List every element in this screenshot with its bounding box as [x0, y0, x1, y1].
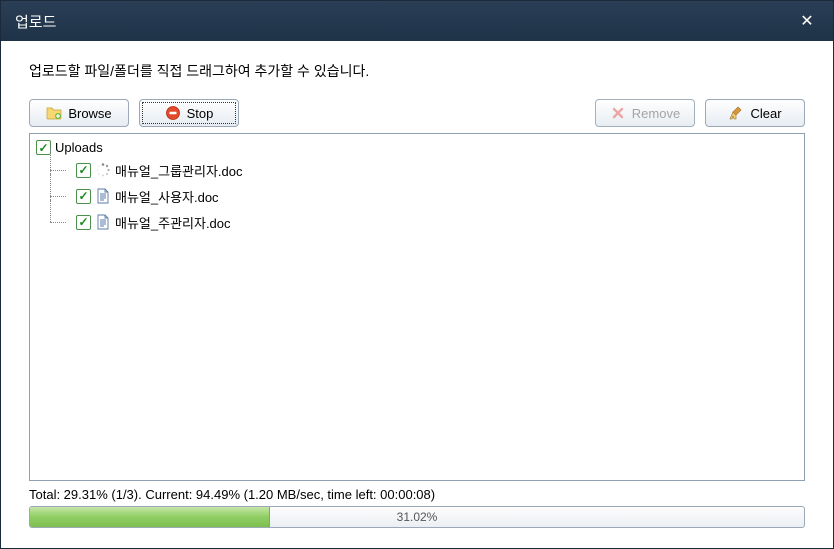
tree-item[interactable]: 매뉴얼_주관리자.doc — [44, 209, 798, 235]
dialog-content: 업로드할 파일/폴더를 직접 드래그하여 추가할 수 있습니다. Browse — [1, 41, 833, 548]
tree-connector — [44, 160, 72, 180]
file-checkbox[interactable] — [76, 215, 91, 230]
progress-label: 31.02% — [30, 507, 804, 527]
file-name: 매뉴얼_주관리자.doc — [115, 213, 231, 232]
progress-bar: 31.02% — [29, 506, 805, 528]
file-checkbox[interactable] — [76, 189, 91, 204]
file-tree-panel[interactable]: Uploads — [29, 133, 805, 481]
close-button[interactable]: ✕ — [795, 9, 819, 33]
window-title: 업로드 — [15, 11, 795, 32]
upload-dialog: 업로드 ✕ 업로드할 파일/폴더를 직접 드래그하여 추가할 수 있습니다. B… — [0, 0, 834, 549]
loading-icon — [95, 162, 111, 178]
document-icon — [95, 188, 111, 204]
clear-button[interactable]: Clear — [705, 99, 805, 127]
document-icon — [95, 214, 111, 230]
browse-button-label: Browse — [68, 106, 111, 121]
instruction-text: 업로드할 파일/폴더를 직접 드래그하여 추가할 수 있습니다. — [29, 61, 805, 81]
tree-children: 매뉴얼_그룹관리자.doc 매뉴얼_사용자.doc — [44, 157, 798, 235]
stop-button[interactable]: Stop — [139, 99, 239, 127]
stop-icon — [165, 105, 181, 121]
tree-root-label: Uploads — [55, 140, 103, 155]
broom-icon — [728, 105, 744, 121]
close-icon: ✕ — [800, 11, 813, 31]
file-name: 매뉴얼_그룹관리자.doc — [115, 161, 242, 180]
browse-button[interactable]: Browse — [29, 99, 129, 127]
toolbar: Browse Stop Remove — [29, 99, 805, 127]
titlebar: 업로드 ✕ — [1, 1, 833, 41]
folder-add-icon — [46, 105, 62, 121]
tree-connector — [44, 212, 72, 232]
uploads-checkbox[interactable] — [36, 140, 51, 155]
tree-root[interactable]: Uploads — [36, 138, 798, 157]
clear-button-label: Clear — [750, 106, 781, 121]
file-checkbox[interactable] — [76, 163, 91, 178]
file-name: 매뉴얼_사용자.doc — [115, 187, 219, 206]
remove-button-label: Remove — [632, 106, 680, 121]
remove-icon — [610, 105, 626, 121]
status-text: Total: 29.31% (1/3). Current: 94.49% (1.… — [29, 487, 805, 502]
tree-item[interactable]: 매뉴얼_그룹관리자.doc — [44, 157, 798, 183]
remove-button: Remove — [595, 99, 695, 127]
stop-button-label: Stop — [187, 106, 214, 121]
tree-item[interactable]: 매뉴얼_사용자.doc — [44, 183, 798, 209]
tree-connector — [44, 186, 72, 206]
